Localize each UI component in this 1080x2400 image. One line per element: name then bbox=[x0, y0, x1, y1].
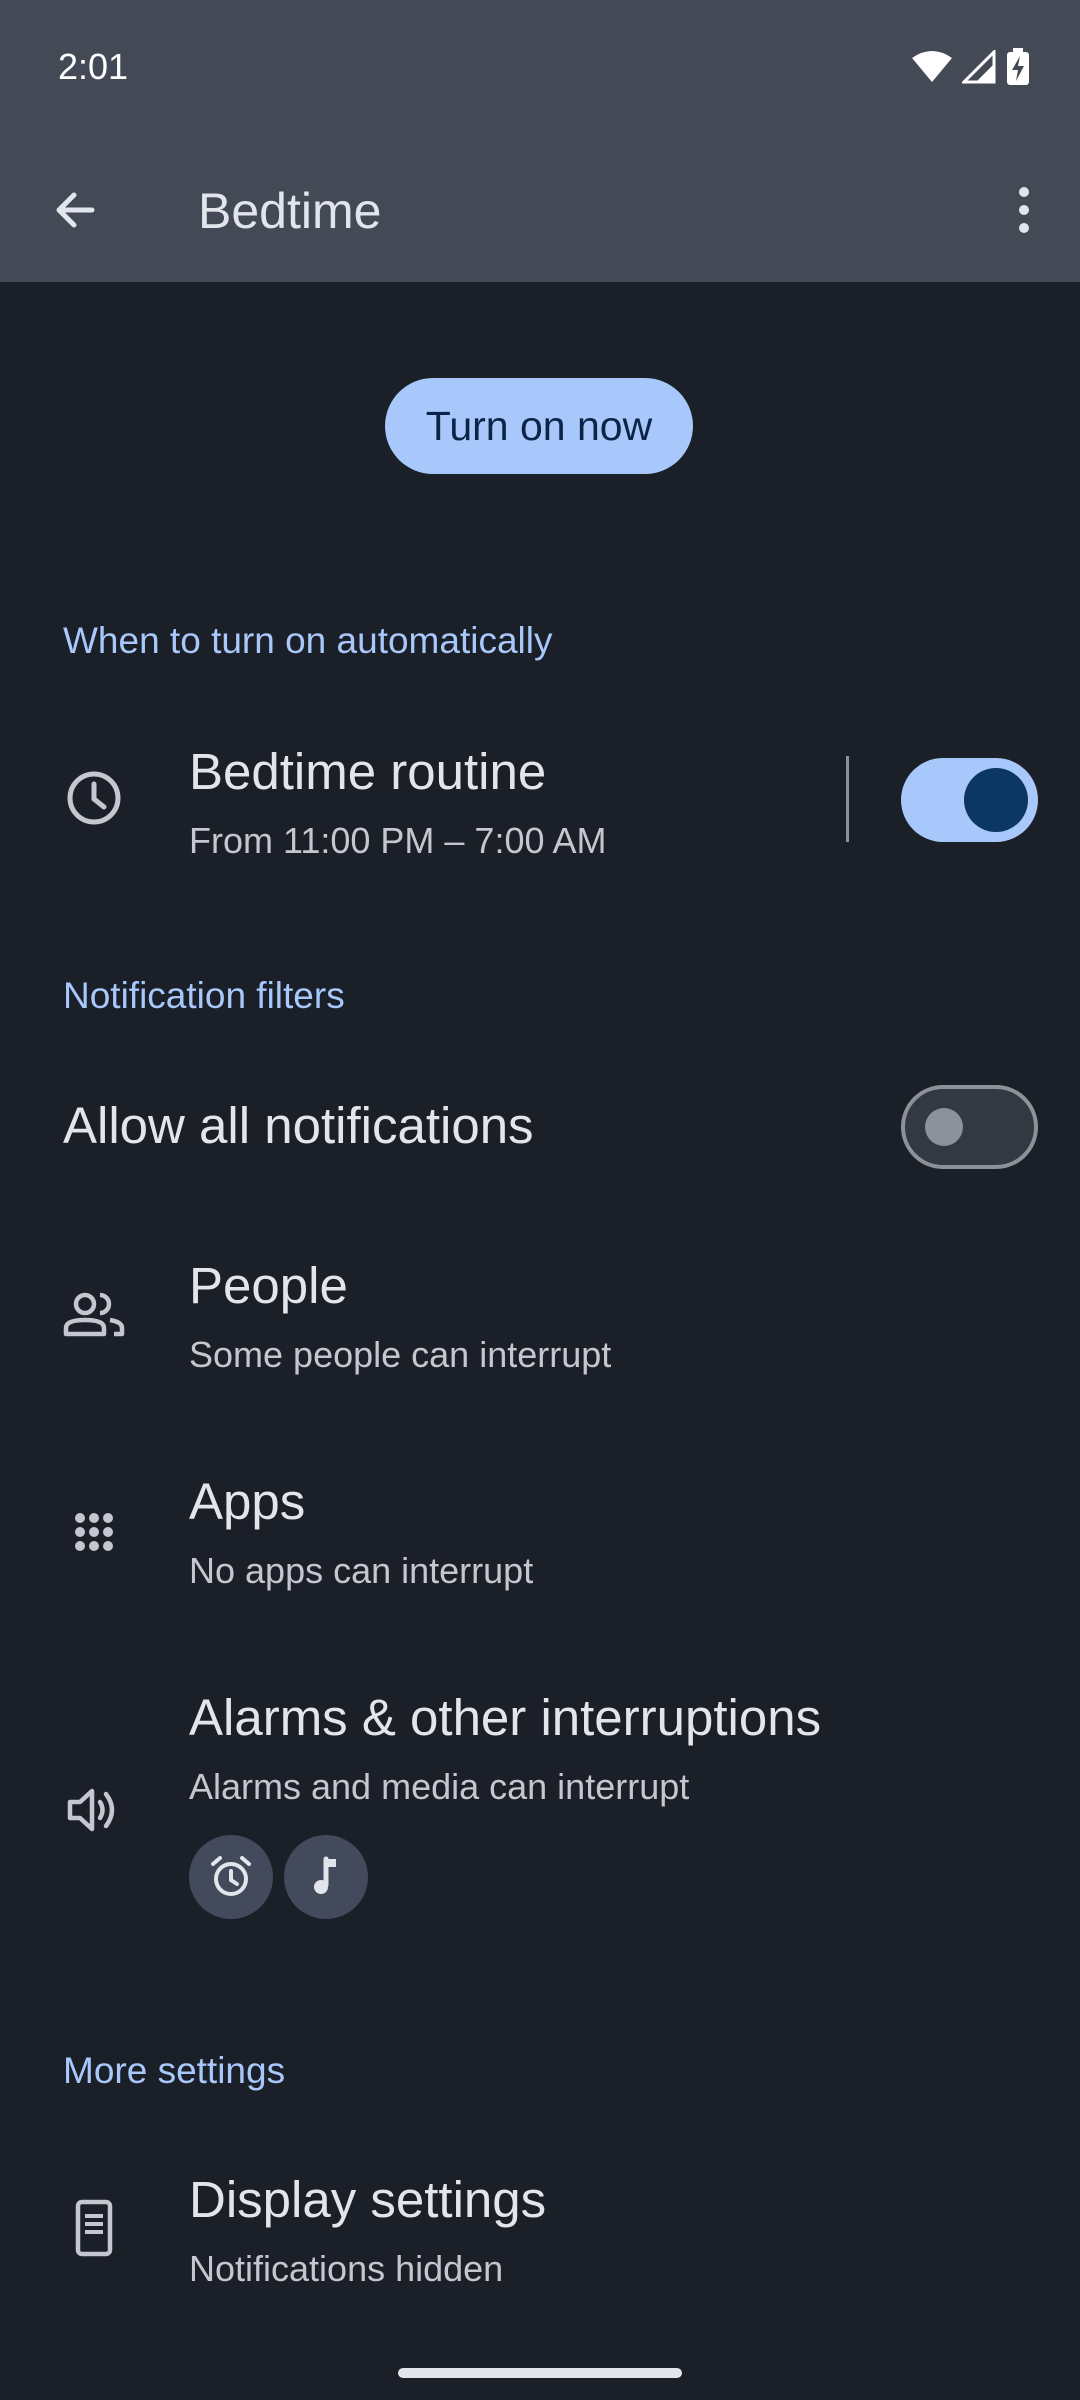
switch-thumb bbox=[964, 768, 1028, 832]
alarms-subtitle: Alarms and media can interrupt bbox=[189, 1766, 690, 1807]
apps-subtitle: No apps can interrupt bbox=[189, 1550, 534, 1591]
back-arrow-icon[interactable] bbox=[42, 176, 110, 244]
volume-icon bbox=[67, 1788, 115, 1832]
switch-thumb bbox=[925, 1108, 963, 1146]
page-title: Bedtime bbox=[198, 183, 382, 239]
media-chip bbox=[284, 1835, 368, 1919]
apps-title: Apps bbox=[189, 1473, 306, 1530]
alarms-title: Alarms & other interruptions bbox=[189, 1689, 822, 1746]
status-bar: 2:01 bbox=[0, 0, 1080, 138]
app-bar: Bedtime bbox=[0, 138, 1080, 282]
people-title: People bbox=[189, 1257, 348, 1314]
more-vert-icon[interactable] bbox=[990, 176, 1058, 244]
apps-grid-icon bbox=[75, 1513, 113, 1551]
allow-all-notifications-switch[interactable] bbox=[901, 1085, 1038, 1169]
vertical-divider bbox=[846, 756, 849, 842]
battery-charging-icon bbox=[1007, 48, 1029, 85]
wifi-icon bbox=[912, 51, 952, 82]
music-note-icon bbox=[314, 1856, 336, 1894]
alarm-chip bbox=[189, 1835, 273, 1919]
cellular-signal-icon bbox=[962, 50, 996, 84]
section-header-more: More settings bbox=[63, 2050, 286, 2091]
display-settings-subtitle: Notifications hidden bbox=[189, 2248, 504, 2289]
bedtime-routine-title: Bedtime routine bbox=[189, 743, 547, 800]
display-settings-title: Display settings bbox=[189, 2171, 547, 2228]
phone-display-icon bbox=[75, 2199, 113, 2257]
people-icon bbox=[63, 1292, 125, 1337]
status-time: 2:01 bbox=[58, 46, 129, 87]
clock-icon bbox=[67, 771, 121, 825]
alarm-icon bbox=[211, 1856, 251, 1896]
navigation-handle[interactable] bbox=[398, 2368, 682, 2378]
section-header-filters: Notification filters bbox=[63, 975, 345, 1016]
section-header-auto: When to turn on automatically bbox=[63, 620, 553, 661]
status-icons bbox=[912, 48, 1030, 86]
allow-all-notifications-title: Allow all notifications bbox=[63, 1097, 534, 1154]
bedtime-routine-switch[interactable] bbox=[901, 758, 1038, 842]
bedtime-routine-subtitle: From 11:00 PM – 7:00 AM bbox=[189, 820, 607, 861]
people-subtitle: Some people can interrupt bbox=[189, 1334, 612, 1375]
turn-on-now-button[interactable]: Turn on now bbox=[385, 378, 693, 474]
